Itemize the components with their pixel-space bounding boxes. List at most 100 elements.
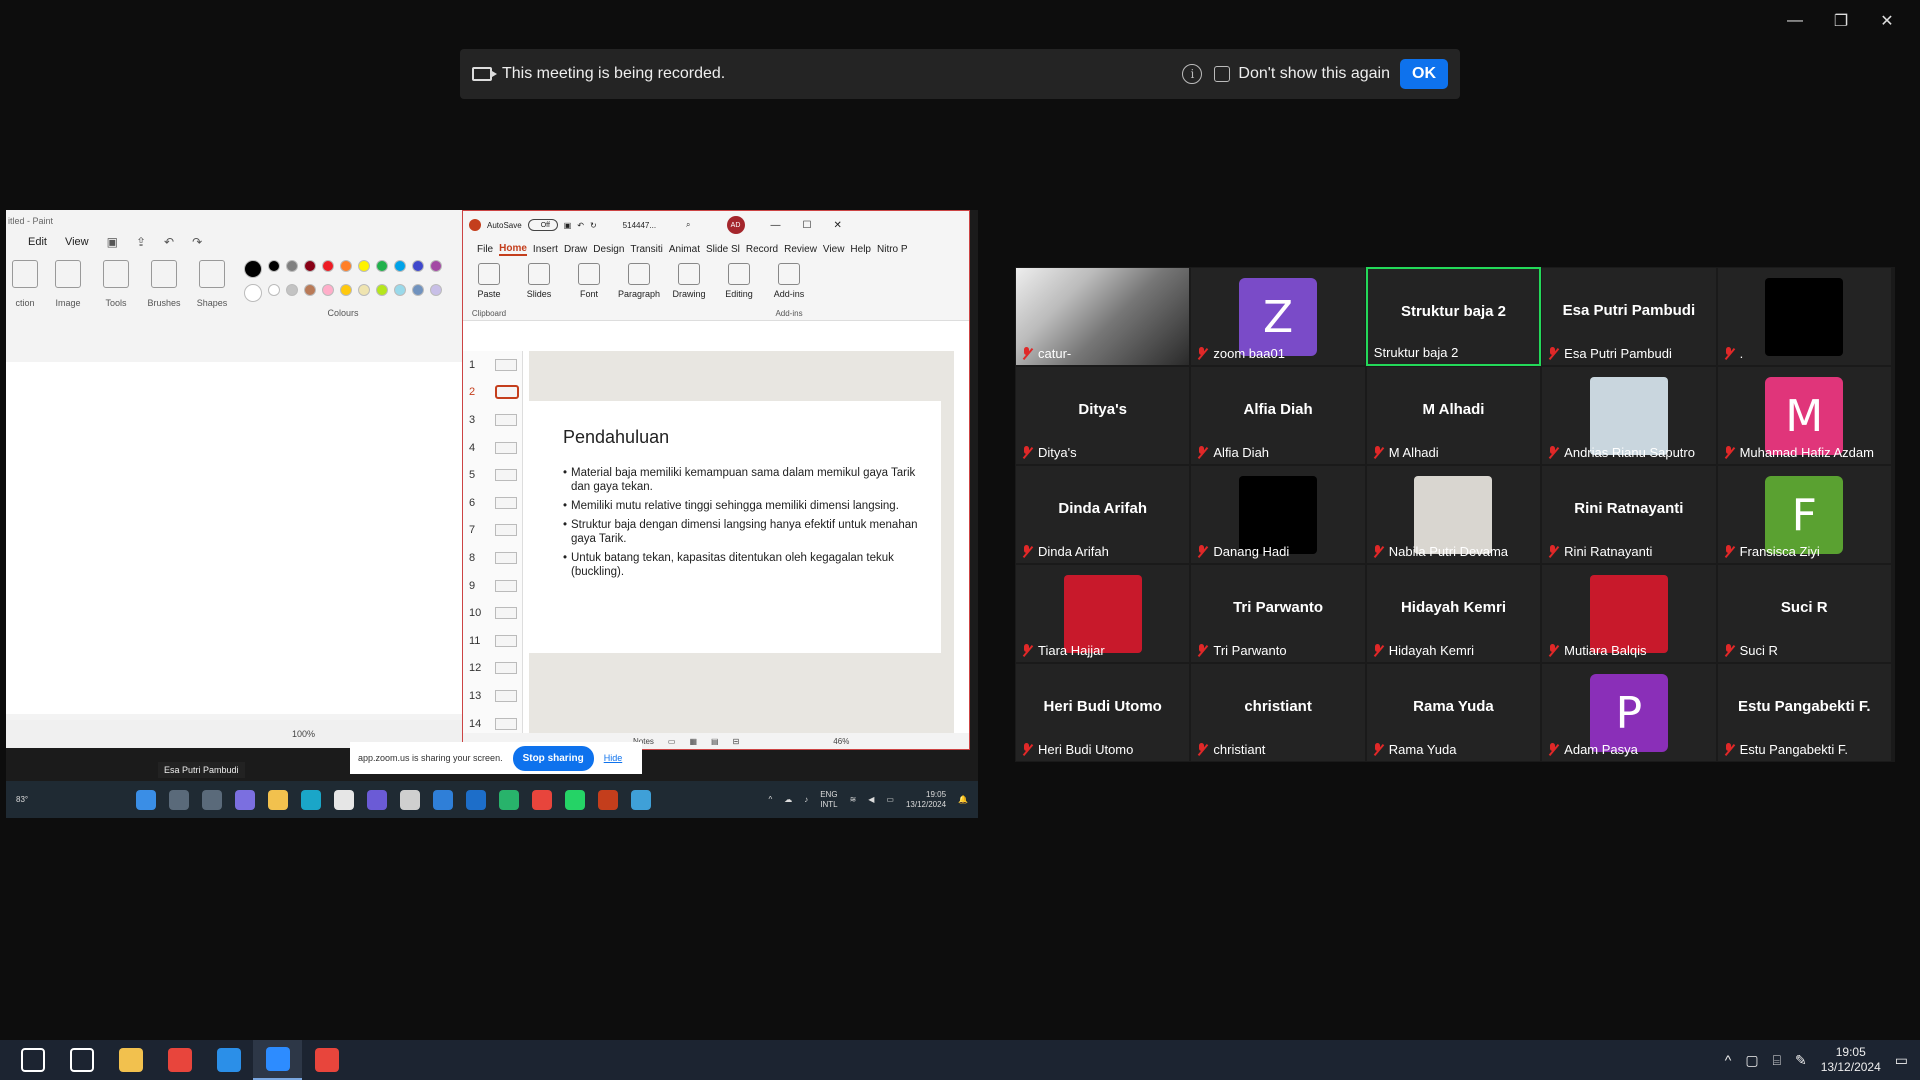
ribbon-font[interactable]: Font <box>569 263 609 299</box>
zoom-button[interactable] <box>253 1040 302 1080</box>
slide-thumbnail[interactable]: 1 <box>463 351 522 379</box>
colour-swatch[interactable] <box>376 284 388 296</box>
slide-thumbnail[interactable]: 5 <box>463 461 522 489</box>
tab-file[interactable]: File <box>477 244 493 255</box>
colour-swatch[interactable] <box>430 260 442 272</box>
participant-tile[interactable]: catur- <box>1015 267 1191 366</box>
mail-icon[interactable] <box>433 789 453 810</box>
azure-data-studio-button[interactable] <box>204 1040 253 1080</box>
slide-thumbnail[interactable]: 10 <box>463 599 522 627</box>
file-explorer-button[interactable] <box>106 1040 155 1080</box>
normal-view-icon[interactable]: ▭ <box>668 737 676 746</box>
task-view-icon[interactable] <box>202 789 222 810</box>
tab-review[interactable]: Review <box>784 244 817 255</box>
menu-edit[interactable]: Edit <box>28 236 47 248</box>
participant-tile[interactable]: Andrias Rianu Saputro <box>1541 366 1717 465</box>
participant-tile[interactable]: Struktur baja 2 Struktur baja 2 <box>1365 267 1542 366</box>
colour-swatch[interactable] <box>340 260 352 272</box>
chevron-up-icon[interactable]: ^ <box>1725 1052 1732 1068</box>
paint-zoom[interactable]: 100% <box>292 729 315 739</box>
tab-insert[interactable]: Insert <box>533 244 558 255</box>
network-icon[interactable]: ⌸ <box>1773 1052 1781 1069</box>
ribbon-drawing[interactable]: Drawing <box>669 263 709 299</box>
screen-icon[interactable]: ▢ <box>1745 1052 1758 1069</box>
participant-tile[interactable]: Dinda Arifah Dinda Arifah <box>1015 465 1191 564</box>
ribbon-paragraph[interactable]: Paragraph <box>618 263 660 299</box>
colour-swatch[interactable] <box>268 284 280 296</box>
tool-selection[interactable]: ction <box>6 260 44 308</box>
start-icon[interactable] <box>136 789 156 810</box>
redo-icon[interactable]: ↻ <box>590 221 597 230</box>
ribbon-slides[interactable]: Slides <box>519 263 559 299</box>
tab-home[interactable]: Home <box>499 243 527 256</box>
participant-tile[interactable]: Alfia Diah Alfia Diah <box>1190 366 1366 465</box>
notification-bell-icon[interactable]: 🔔 <box>958 795 968 804</box>
tab-help[interactable]: Help <box>850 244 871 255</box>
tool-brushes[interactable]: Brushes <box>140 260 188 308</box>
participant-tile[interactable]: Hidayah Kemri Hidayah Kemri <box>1365 564 1542 663</box>
participant-tile[interactable]: Rini Ratnayanti Rini Ratnayanti <box>1541 465 1717 564</box>
colour-swatch[interactable] <box>286 284 298 296</box>
minimize-button[interactable]: — <box>1772 8 1818 34</box>
stop-sharing-button[interactable]: Stop sharing <box>512 745 594 771</box>
battery-icon[interactable]: ▭ <box>886 795 894 804</box>
shared-clock[interactable]: 19:05 13/12/2024 <box>906 790 946 810</box>
participant-tile[interactable]: Heri Budi Utomo Heri Budi Utomo <box>1015 663 1191 762</box>
participant-tile[interactable]: Danang Hadi <box>1190 465 1366 564</box>
colour-swatch[interactable] <box>268 260 280 272</box>
colour-swatch[interactable] <box>358 284 370 296</box>
media-icon[interactable] <box>367 789 387 810</box>
tab-animations[interactable]: Animat <box>669 244 700 255</box>
tab-nitro[interactable]: Nitro P <box>877 244 908 255</box>
redo-icon[interactable]: ↷ <box>192 235 202 249</box>
participant-tile[interactable]: Rama Yuda Rama Yuda <box>1365 663 1542 762</box>
network-icon[interactable] <box>466 789 486 810</box>
paint-canvas[interactable] <box>6 362 462 714</box>
search-button[interactable] <box>57 1040 106 1080</box>
cloud-icon[interactable]: ☁ <box>784 795 792 804</box>
participant-tile[interactable]: Tri Parwanto Tri Parwanto <box>1190 564 1366 663</box>
app-icon[interactable] <box>499 789 519 810</box>
wifi-icon[interactable]: ≋ <box>850 795 857 804</box>
clock[interactable]: 19:05 13/12/2024 <box>1821 1045 1881 1075</box>
slide-thumbnail[interactable]: 13 <box>463 682 522 710</box>
tab-slideshow[interactable]: Slide Sl <box>706 244 740 255</box>
start-button[interactable] <box>8 1040 57 1080</box>
tab-design[interactable]: Design <box>593 244 624 255</box>
store-icon[interactable] <box>334 789 354 810</box>
tab-view[interactable]: View <box>823 244 845 255</box>
autosave-toggle[interactable]: Off <box>527 219 558 231</box>
menu-view[interactable]: View <box>65 236 89 248</box>
tool-image[interactable]: Image <box>44 260 92 308</box>
tab-draw[interactable]: Draw <box>564 244 587 255</box>
colour-swatch[interactable] <box>244 260 262 278</box>
colour-swatch[interactable] <box>412 260 424 272</box>
minimize-icon[interactable]: — <box>771 220 781 231</box>
tool-tools[interactable]: Tools <box>92 260 140 308</box>
colour-swatch[interactable] <box>244 284 262 302</box>
paint-icon[interactable] <box>631 789 651 810</box>
powerpoint-icon[interactable] <box>598 789 618 810</box>
participant-tile[interactable]: Suci R Suci R <box>1716 564 1892 663</box>
slide-thumbnail[interactable]: 4 <box>463 434 522 462</box>
copilot-icon[interactable] <box>235 789 255 810</box>
save-icon[interactable]: ▣ <box>107 235 118 249</box>
slide-thumbnail[interactable]: 7 <box>463 517 522 545</box>
participant-tile[interactable]: Ditya's Ditya's <box>1015 366 1191 465</box>
slide-thumbnail[interactable]: 12 <box>463 655 522 683</box>
reading-view-icon[interactable]: ▤ <box>711 737 719 746</box>
search-icon[interactable]: ⌕ <box>686 220 690 230</box>
weather-widget[interactable]: 83° <box>16 795 46 804</box>
undo-icon[interactable]: ↶ <box>164 235 174 249</box>
chevron-up-icon[interactable]: ^ <box>768 795 772 804</box>
chrome-icon[interactable] <box>532 789 552 810</box>
maximize-icon[interactable]: ☐ <box>803 220 812 231</box>
participant-tile[interactable]: Zzoom baa01 <box>1190 267 1366 366</box>
slide-thumbnail[interactable]: 9 <box>463 572 522 600</box>
ppt-zoom[interactable]: 46% <box>833 737 849 746</box>
undo-icon[interactable]: ↶ <box>577 221 584 230</box>
ok-button[interactable]: OK <box>1400 59 1448 89</box>
current-slide[interactable]: Pendahuluan Material baja memiliki kemam… <box>529 401 941 653</box>
notifications-icon[interactable]: ▭ <box>1895 1052 1908 1069</box>
participant-tile[interactable]: Esa Putri Pambudi Esa Putri Pambudi <box>1541 267 1717 366</box>
